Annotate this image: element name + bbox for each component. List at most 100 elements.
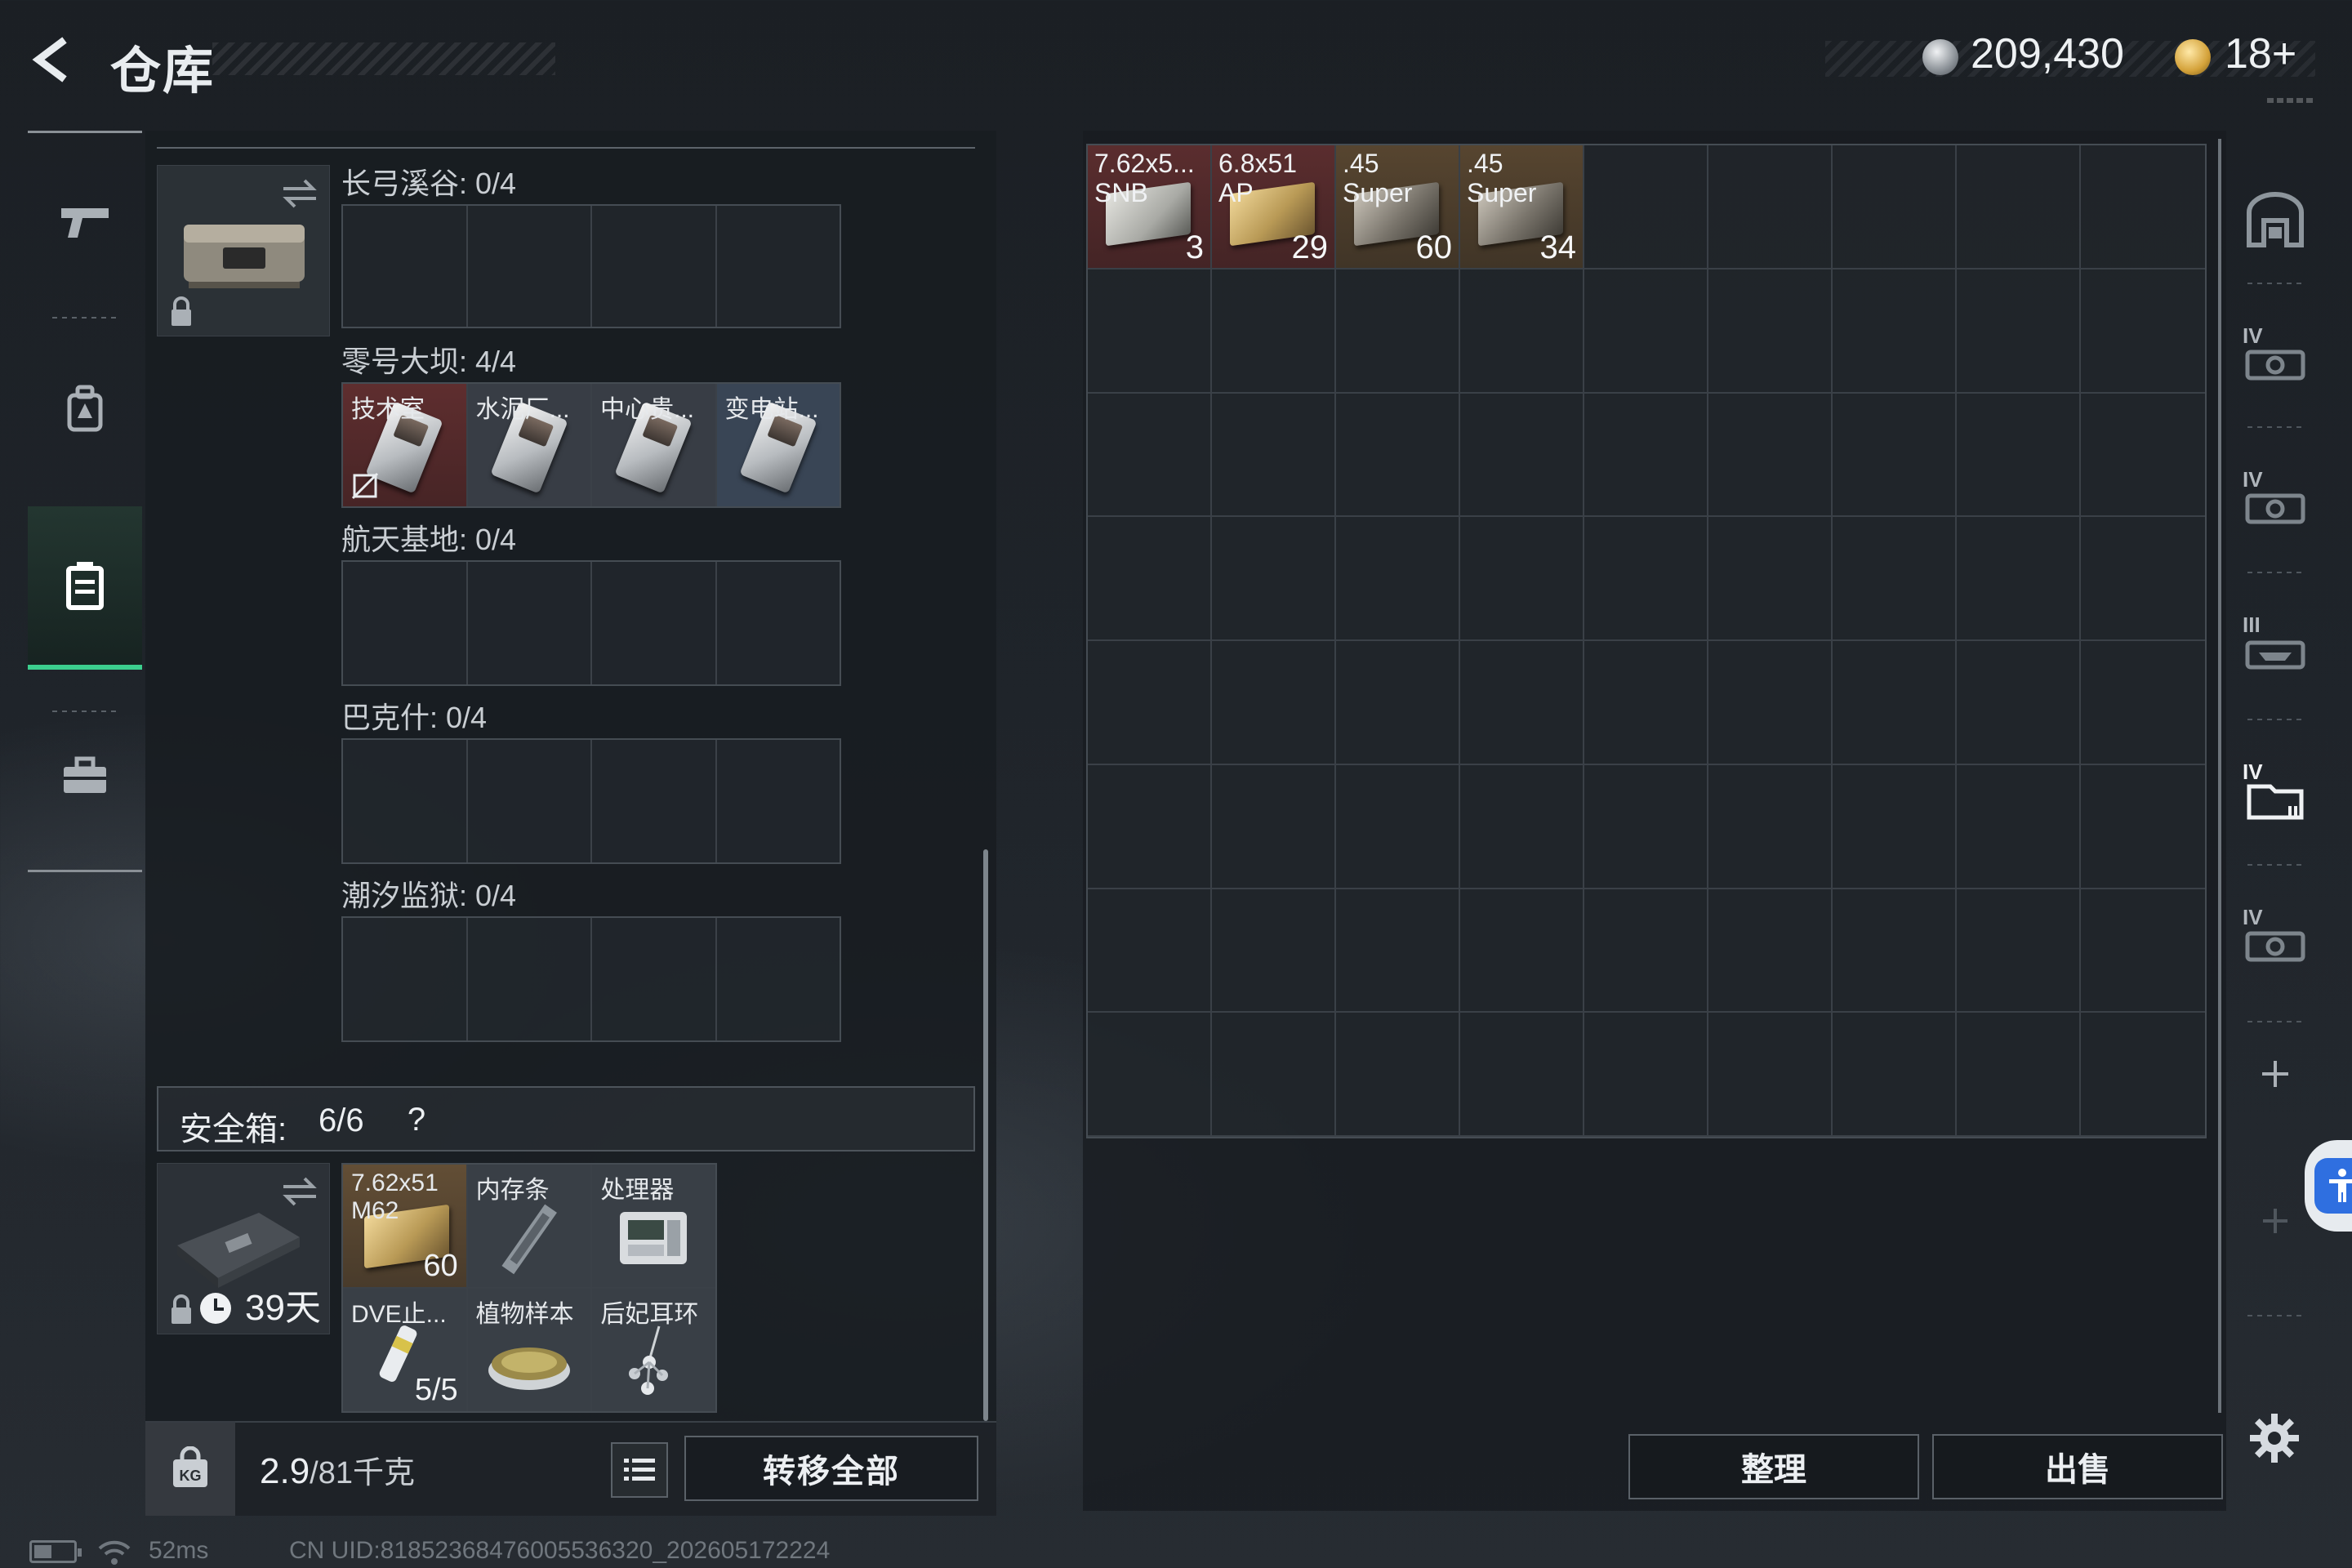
stash-slot[interactable] (1584, 145, 1708, 270)
key-slot[interactable] (717, 562, 840, 684)
stash-slot[interactable] (1584, 269, 1708, 394)
safe-item-earring[interactable]: 后妃耳环 (592, 1289, 715, 1411)
stash-slot[interactable] (1460, 889, 1584, 1013)
stash-slot[interactable] (1460, 269, 1584, 394)
stash-slot[interactable] (1336, 517, 1460, 641)
stash-slot[interactable] (1584, 889, 1708, 1013)
stash-slot[interactable] (1460, 393, 1584, 518)
stash-slot[interactable] (1833, 1013, 1957, 1137)
tab-case-4-active[interactable]: IV (2231, 727, 2319, 866)
tab-case-1[interactable]: IV (2231, 291, 2319, 430)
stash-slot[interactable] (1957, 269, 2081, 394)
key-slot[interactable] (468, 740, 592, 862)
stash-slot[interactable] (1708, 1013, 1833, 1137)
stash-slot[interactable] (2081, 145, 2205, 270)
stash-slot[interactable] (1212, 517, 1336, 641)
list-view-button[interactable] (611, 1442, 668, 1498)
stash-slot[interactable] (2081, 517, 2205, 641)
stash-item[interactable]: 7.62x5... SNB 3 (1088, 145, 1212, 270)
stash-slot[interactable] (2081, 394, 2205, 518)
currency-2-value[interactable]: 18+ (2225, 29, 2296, 78)
sell-button[interactable]: 出售 (1932, 1434, 2223, 1499)
stash-slot[interactable] (1957, 145, 2081, 270)
stash-slot[interactable] (1088, 764, 1212, 889)
key-item[interactable]: 中心贵... (592, 384, 717, 506)
key-case-container[interactable] (157, 165, 330, 336)
stash-slot[interactable] (1833, 641, 1957, 765)
stash-slot[interactable] (1460, 1013, 1584, 1137)
safe-item-ammo[interactable]: 7.62x51 M62 60 (343, 1165, 466, 1287)
stash-slot[interactable] (1460, 641, 1584, 765)
back-button[interactable] (24, 31, 82, 88)
stash-slot[interactable] (1212, 641, 1336, 765)
stash-slot[interactable] (1584, 1013, 1708, 1137)
stash-slot[interactable] (1088, 269, 1212, 394)
stash-slot[interactable] (1833, 517, 1957, 641)
stash-slot[interactable] (1708, 517, 1833, 641)
stash-item[interactable]: .45 Super 34 (1460, 145, 1584, 270)
stash-slot[interactable] (2081, 641, 2205, 765)
stash-slot[interactable] (2081, 765, 2205, 889)
stash-item[interactable]: .45 Super 60 (1336, 145, 1460, 270)
stash-slot[interactable] (1833, 764, 1957, 889)
stash-slot[interactable] (1584, 517, 1708, 641)
key-slot[interactable] (717, 740, 840, 862)
stash-slot[interactable] (1336, 641, 1460, 765)
stash-slot[interactable] (1212, 269, 1336, 394)
key-slot[interactable] (343, 206, 468, 327)
swap-icon[interactable] (280, 177, 319, 210)
key-item[interactable]: 变电站... (716, 384, 840, 506)
key-slot[interactable] (343, 740, 468, 862)
stash-slot[interactable] (2081, 270, 2205, 394)
stash-slot[interactable] (1460, 517, 1584, 641)
stash-slot[interactable] (1088, 889, 1212, 1013)
stash-slot[interactable] (1336, 1013, 1460, 1137)
stash-slot[interactable] (1708, 641, 1833, 765)
stash-slot[interactable] (1460, 764, 1584, 889)
stash-slot[interactable] (1833, 393, 1957, 518)
key-slot[interactable] (343, 918, 468, 1040)
stash-slot[interactable] (1957, 764, 2081, 889)
help-button[interactable]: ? (397, 1098, 436, 1142)
stash-slot[interactable] (1212, 1013, 1336, 1137)
stash-slot[interactable] (1957, 641, 2081, 765)
panel-scrollbar[interactable] (983, 849, 988, 1421)
tab-case-3[interactable]: III (2231, 580, 2319, 719)
stash-slot[interactable] (1833, 889, 1957, 1013)
stash-slot[interactable] (1833, 145, 1957, 270)
key-slot[interactable] (468, 206, 592, 327)
key-item[interactable]: 技术室 (343, 384, 468, 506)
nav-item-storage[interactable] (28, 506, 142, 670)
accessibility-button[interactable] (2305, 1140, 2352, 1232)
stash-slot[interactable] (1336, 269, 1460, 394)
safe-item-stim[interactable]: DVE止... 5/5 (343, 1289, 466, 1411)
nav-item-backpack[interactable] (28, 327, 142, 490)
stash-slot[interactable] (1212, 889, 1336, 1013)
key-item[interactable]: 水泥厂... (467, 384, 592, 506)
stash-slot[interactable] (1708, 393, 1833, 518)
key-slot[interactable] (592, 918, 717, 1040)
stash-slot[interactable] (2081, 889, 2205, 1013)
key-slot[interactable] (468, 918, 592, 1040)
stash-slot[interactable] (1708, 269, 1833, 394)
key-slot[interactable] (592, 206, 717, 327)
stash-slot[interactable] (1584, 764, 1708, 889)
transfer-all-button[interactable]: 转移全部 (684, 1436, 978, 1501)
key-slot[interactable] (592, 562, 717, 684)
stash-slot[interactable] (1708, 764, 1833, 889)
stash-slot[interactable] (1088, 641, 1212, 765)
key-slot[interactable] (468, 562, 592, 684)
stash-item[interactable]: 6.8x51 AP 29 (1212, 145, 1336, 270)
stash-slot[interactable] (1584, 393, 1708, 518)
key-slot[interactable] (343, 562, 468, 684)
stash-slot[interactable] (1212, 393, 1336, 518)
stash-slot[interactable] (1088, 393, 1212, 518)
stash-slot[interactable] (1708, 145, 1833, 270)
stash-slot[interactable] (1708, 889, 1833, 1013)
safe-box-container[interactable]: 39天 (157, 1163, 330, 1334)
stash-slot[interactable] (1833, 269, 1957, 394)
stash-slot[interactable] (1957, 517, 2081, 641)
stash-slot[interactable] (1212, 764, 1336, 889)
stash-slot[interactable] (1957, 393, 2081, 518)
stash-slot[interactable] (1336, 889, 1460, 1013)
